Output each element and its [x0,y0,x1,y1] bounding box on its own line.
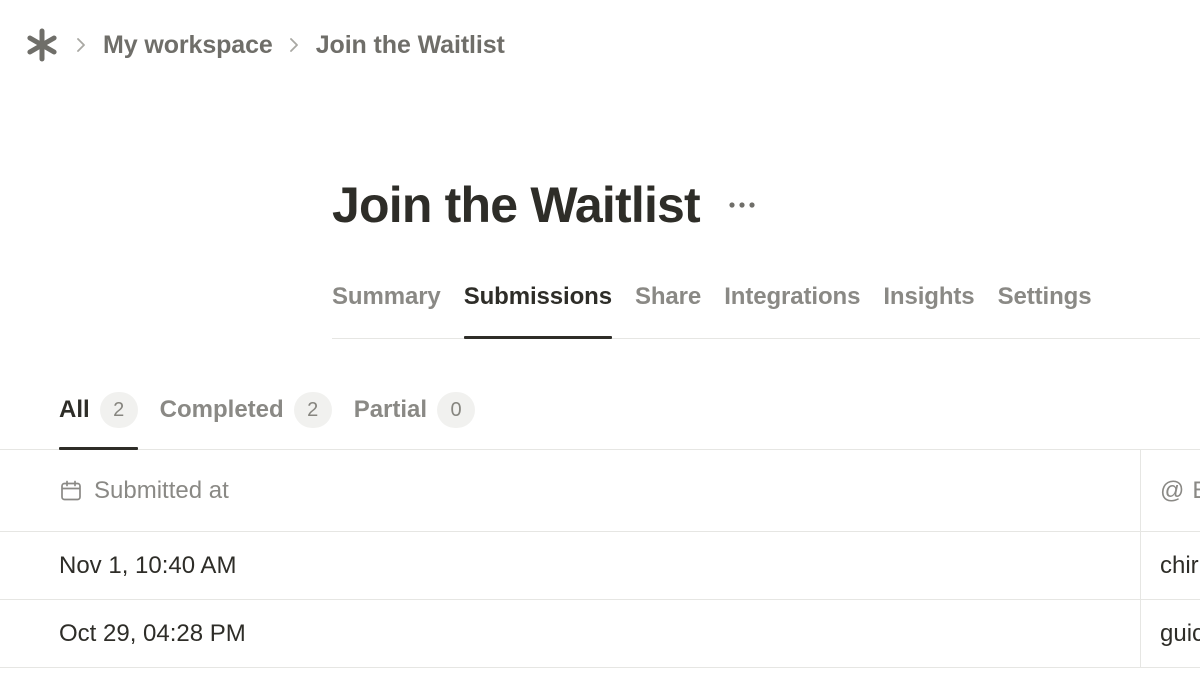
tab-settings[interactable]: Settings [998,272,1092,338]
breadcrumb: My workspace Join the Waitlist [24,26,505,64]
tab-share[interactable]: Share [635,272,701,338]
filter-tab-label: Partial [353,396,428,423]
tab-submissions[interactable]: Submissions [463,272,613,339]
filter-tab-label: Completed [159,396,284,423]
submission-filter-tabs: All 2 Completed 2 Partial 0 [0,386,1200,450]
column-header-label: Submitted at [94,476,229,504]
asterisk-icon[interactable] [24,27,60,63]
column-header-label: E [1192,477,1200,505]
cell-email: chir [1141,532,1200,599]
table-header-row: Submitted at @ E [0,450,1200,532]
email-value: chir [1160,551,1199,579]
filter-tab-all[interactable]: All 2 [59,386,138,450]
more-options-button[interactable] [726,189,758,221]
page: My workspace Join the Waitlist Join the … [0,0,1200,675]
count-badge: 2 [293,392,332,428]
submitted-at-value: Oct 29, 04:28 PM [59,619,246,647]
title-row: Join the Waitlist [332,176,758,234]
cell-submitted-at: Nov 1, 10:40 AM [0,532,1141,599]
ellipsis-icon [729,202,755,208]
count-badge: 0 [437,392,476,428]
breadcrumb-item-form[interactable]: Join the Waitlist [316,31,505,60]
submissions-table: Submitted at @ E Nov 1, 10:40 AM chir Oc… [0,450,1200,668]
count-badge: 2 [99,392,138,428]
filter-tab-completed[interactable]: Completed 2 [160,386,332,449]
breadcrumb-item-workspace[interactable]: My workspace [103,31,273,60]
tab-insights[interactable]: Insights [883,272,974,338]
submitted-at-value: Nov 1, 10:40 AM [59,551,237,579]
chevron-right-icon [287,38,301,52]
calendar-icon [59,479,83,503]
at-sign-icon: @ [1160,476,1185,504]
cell-submitted-at: Oct 29, 04:28 PM [0,600,1141,667]
chevron-right-icon [74,38,88,52]
main-tabs: Summary Submissions Share Integrations I… [332,272,1200,339]
table-row[interactable]: Nov 1, 10:40 AM chir [0,532,1200,600]
page-title: Join the Waitlist [332,177,701,233]
table-row[interactable]: Oct 29, 04:28 PM guic [0,600,1200,668]
filter-tab-label: All [59,396,90,423]
tab-summary[interactable]: Summary [332,272,441,338]
tab-integrations[interactable]: Integrations [724,272,860,338]
email-value: guic [1160,619,1200,647]
cell-email: guic [1141,600,1200,667]
column-header-submitted-at[interactable]: Submitted at [0,450,1141,531]
column-header-email[interactable]: @ E [1141,450,1200,531]
filter-tab-partial[interactable]: Partial 0 [353,386,476,449]
